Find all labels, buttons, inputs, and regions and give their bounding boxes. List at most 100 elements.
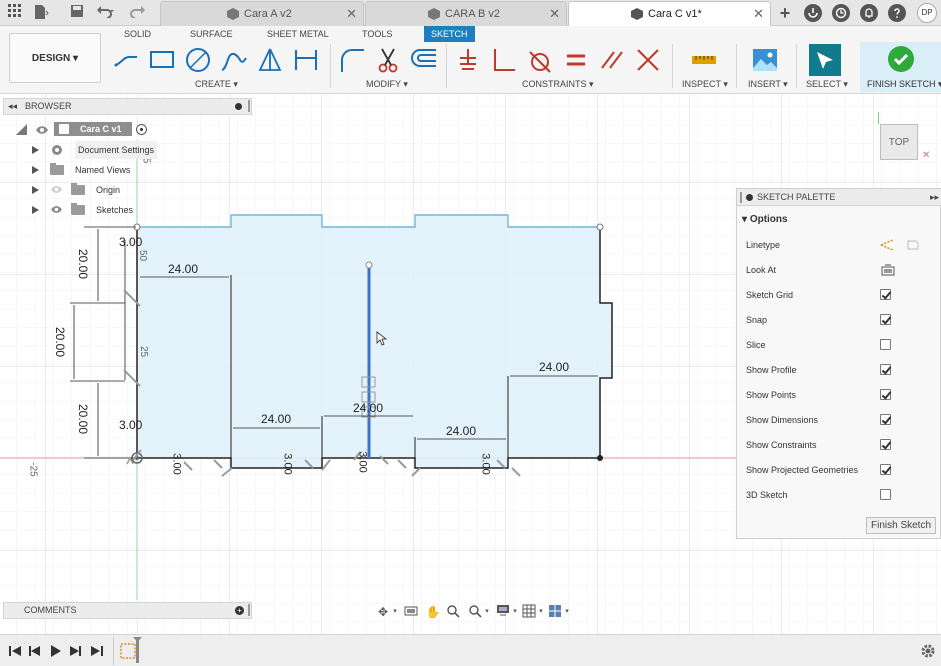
dimension-20-a[interactable]: 20.00 <box>76 249 90 279</box>
perpendicular-constraint-icon[interactable] <box>490 46 518 74</box>
select-tool-icon[interactable] <box>809 44 841 76</box>
dropdown-caret-icon[interactable]: ▾ <box>387 604 403 620</box>
file-icon[interactable] <box>32 4 50 22</box>
palette-finish-sketch-button[interactable]: Finish Sketch <box>866 517 936 534</box>
midpoint-constraint-icon[interactable] <box>634 46 662 74</box>
panel-dot-icon[interactable] <box>235 103 242 110</box>
dimension-20-c[interactable]: 20.00 <box>76 404 90 434</box>
dimension-3-bottom[interactable]: 3.00 <box>119 418 142 432</box>
tab-solid[interactable]: SOLID <box>124 26 151 42</box>
timeline-play-icon[interactable] <box>48 644 62 658</box>
expand-triangle-icon[interactable] <box>32 186 39 194</box>
insert-image-icon[interactable] <box>751 46 779 74</box>
show-constraints-checkbox[interactable] <box>880 439 891 450</box>
tab-sheet-metal[interactable]: SHEET METAL <box>267 26 329 42</box>
timeline-previous-icon[interactable] <box>28 644 42 658</box>
3d-sketch-checkbox[interactable] <box>880 489 891 500</box>
panel-grip-icon[interactable] <box>248 100 250 112</box>
close-icon[interactable]: ✕ <box>549 2 560 26</box>
new-tab-icon[interactable]: + <box>776 4 794 22</box>
coincident-constraint-icon[interactable] <box>454 46 482 74</box>
snap-checkbox[interactable] <box>880 314 891 325</box>
collapse-icon[interactable]: ◂◂ <box>8 99 17 114</box>
equal-constraint-icon[interactable] <box>562 46 590 74</box>
modify-group-label[interactable]: MODIFY ▾ <box>366 79 408 90</box>
timeline-first-icon[interactable] <box>8 644 22 658</box>
finish-sketch-button[interactable]: FINISH SKETCH ▾ <box>860 42 941 92</box>
dimension-tool-icon[interactable] <box>292 46 320 74</box>
workspace-switcher[interactable]: DESIGN ▾ <box>9 33 101 83</box>
tab-tools[interactable]: TOOLS <box>362 26 392 42</box>
look-at-icon[interactable] <box>403 604 419 620</box>
options-section[interactable]: ▾ Options <box>742 214 788 225</box>
circle-tool-icon[interactable] <box>184 46 212 74</box>
construction-linetype-icon[interactable] <box>880 239 894 251</box>
viewcube[interactable]: TOP ✕ <box>872 112 936 168</box>
notifications-icon[interactable] <box>860 4 878 22</box>
browser-item-named-views[interactable]: Named Views <box>32 161 152 179</box>
close-icon[interactable]: ✕ <box>753 2 764 26</box>
panel-grip-icon[interactable] <box>740 192 742 203</box>
show-points-checkbox[interactable] <box>880 389 891 400</box>
collapse-triangle-icon[interactable]: ▾ <box>742 214 750 225</box>
close-icon[interactable]: ✕ <box>346 2 357 26</box>
add-comment-icon[interactable]: + <box>235 606 244 615</box>
dimension-3-v4[interactable]: 3.00 <box>480 453 492 474</box>
mirror-tool-icon[interactable] <box>256 46 284 74</box>
expand-all-icon[interactable] <box>16 124 27 135</box>
inspect-group-label[interactable]: INSPECT ▾ <box>682 79 728 90</box>
dimension-24-mid-left[interactable]: 24.00 <box>261 412 291 426</box>
app-grid-icon[interactable] <box>6 4 24 22</box>
user-avatar[interactable]: DP <box>917 3 937 23</box>
dimension-24-right[interactable]: 24.00 <box>539 360 569 374</box>
dimension-24-mid[interactable]: 24.00 <box>353 401 383 415</box>
panel-grip-icon[interactable] <box>248 604 250 616</box>
browser-panel-header[interactable]: ◂◂ BROWSER <box>3 98 252 115</box>
slice-checkbox[interactable] <box>880 339 891 350</box>
sketch-point[interactable] <box>596 223 604 231</box>
redo-icon[interactable] <box>130 4 148 22</box>
select-group-label[interactable]: SELECT ▾ <box>806 79 848 90</box>
sketch-grid-checkbox[interactable] <box>880 289 891 300</box>
dimension-3-v2[interactable]: 3.00 <box>282 453 294 474</box>
offset-tool-icon[interactable] <box>410 46 438 74</box>
visibility-eye-icon[interactable] <box>50 205 63 214</box>
trim-scissors-icon[interactable] <box>374 46 402 74</box>
browser-item-sketches[interactable]: Sketches <box>32 201 142 219</box>
insert-group-label[interactable]: INSERT ▾ <box>748 79 788 90</box>
timeline-sketch-feature-icon[interactable] <box>120 637 142 663</box>
fillet-tool-icon[interactable] <box>338 46 366 74</box>
tab-surface[interactable]: SURFACE <box>190 26 233 42</box>
help-icon[interactable] <box>888 4 906 22</box>
timeline-next-icon[interactable] <box>68 644 82 658</box>
browser-item-document-settings[interactable]: Document Settings <box>32 141 162 159</box>
dropdown-caret-icon[interactable]: ▾ <box>559 604 575 620</box>
visibility-eye-icon[interactable] <box>35 125 49 135</box>
expand-triangle-icon[interactable] <box>32 146 39 154</box>
constraints-group-label[interactable]: CONSTRAINTS ▾ <box>522 79 594 90</box>
look-at-icon[interactable] <box>881 264 895 276</box>
pan-hand-icon[interactable]: ✋ <box>425 604 441 620</box>
tab-sketch[interactable]: SKETCH <box>424 26 475 42</box>
comments-panel-header[interactable]: COMMENTS + <box>3 602 252 619</box>
visibility-eye-icon[interactable] <box>50 185 63 194</box>
zoom-icon[interactable] <box>445 604 461 620</box>
sketch-point[interactable] <box>597 455 603 461</box>
line-tool-icon[interactable] <box>112 46 140 74</box>
dropdown-caret-icon[interactable]: ▾ <box>479 604 495 620</box>
sketch-point[interactable] <box>365 261 373 269</box>
create-group-label[interactable]: CREATE ▾ <box>195 79 238 90</box>
dimension-3-top[interactable]: 3.00 <box>119 235 142 249</box>
dimension-3-v1[interactable]: 3.00 <box>171 453 183 474</box>
expand-panel-icon[interactable]: ▸▸ <box>930 189 939 206</box>
parallel-constraint-icon[interactable] <box>598 46 626 74</box>
dimension-20-b[interactable]: 20.00 <box>53 327 67 357</box>
centerline-linetype-icon[interactable] <box>906 239 920 251</box>
job-status-icon[interactable] <box>832 4 850 22</box>
browser-root-component[interactable]: Cara C v1 <box>54 122 132 136</box>
extensions-icon[interactable] <box>804 4 822 22</box>
tab-cara-a[interactable]: Cara A v2 ✕ <box>160 1 364 26</box>
activate-radio-icon[interactable] <box>136 124 147 135</box>
browser-item-origin[interactable]: Origin <box>32 181 132 199</box>
rectangle-tool-icon[interactable] <box>148 46 176 74</box>
